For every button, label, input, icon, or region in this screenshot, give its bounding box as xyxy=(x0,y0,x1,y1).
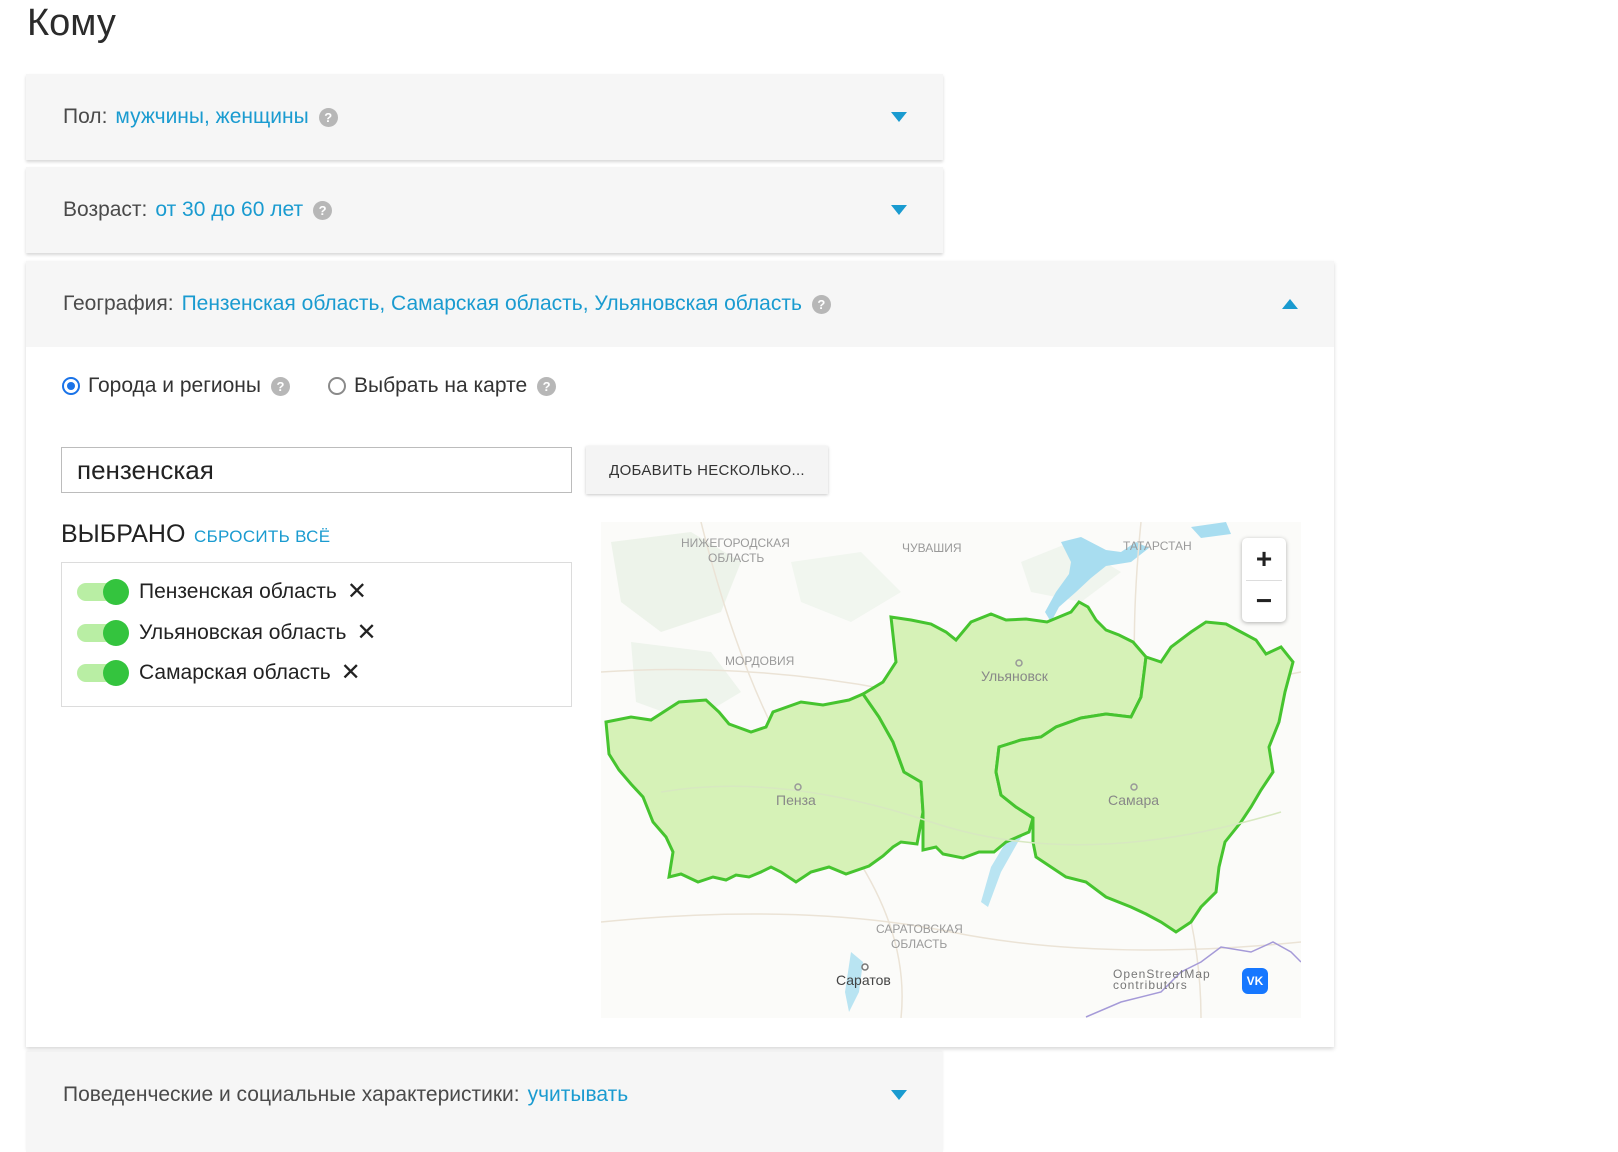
selected-title: ВЫБРАНО xyxy=(61,520,186,548)
help-icon[interactable]: ? xyxy=(271,376,290,396)
map-label: ЧУВАШИЯ xyxy=(902,541,962,555)
map-label: Самара xyxy=(1108,792,1159,808)
chevron-down-icon[interactable] xyxy=(891,205,907,215)
age-label: Возраст: xyxy=(63,198,148,221)
region-name: Ульяновская область xyxy=(139,621,347,644)
map-label: ОБЛАСТЬ xyxy=(891,937,947,951)
radio-cities-regions[interactable] xyxy=(62,377,80,395)
region-map[interactable]: НИЖЕГОРОДСКАЯ ОБЛАСТЬ ЧУВАШИЯ ТАТАРСТАН … xyxy=(601,522,1301,1018)
map-attribution[interactable]: OpenStreetMap contributors xyxy=(1113,968,1211,991)
geography-label: География: xyxy=(63,292,174,315)
chevron-up-icon[interactable] xyxy=(1282,299,1298,309)
region-toggle[interactable] xyxy=(77,620,129,646)
gender-value[interactable]: мужчины, женщины xyxy=(115,105,308,129)
list-item: Ульяновская область ✕ xyxy=(77,620,377,646)
help-icon[interactable]: ? xyxy=(318,107,338,127)
behavior-label: Поведенческие и социальные характеристик… xyxy=(63,1083,520,1106)
age-value[interactable]: от 30 до 60 лет xyxy=(155,198,303,222)
geography-header[interactable]: География: Пензенская область, Самарская… xyxy=(26,261,1334,347)
map-zoom-control: + − xyxy=(1242,538,1286,622)
zoom-in-button[interactable]: + xyxy=(1242,538,1286,580)
behavior-value[interactable]: учитывать xyxy=(528,1083,629,1107)
region-toggle[interactable] xyxy=(77,660,129,686)
radio-select-on-map-label[interactable]: Выбрать на карте xyxy=(354,374,527,398)
help-icon[interactable]: ? xyxy=(537,376,557,396)
selected-regions-list: Пензенская область ✕ Ульяновская область… xyxy=(61,562,572,707)
map-label: Пенза xyxy=(776,792,816,808)
region-name: Самарская область xyxy=(139,661,331,684)
map-label: Ульяновск xyxy=(981,668,1049,684)
page-title: Кому xyxy=(27,2,116,44)
map-label: ТАТАРСТАН xyxy=(1123,539,1192,553)
map-canvas[interactable]: НИЖЕГОРОДСКАЯ ОБЛАСТЬ ЧУВАШИЯ ТАТАРСТАН … xyxy=(601,522,1301,1018)
gender-label: Пол: xyxy=(63,105,108,128)
chevron-down-icon[interactable] xyxy=(891,112,907,122)
close-icon[interactable]: ✕ xyxy=(357,621,377,645)
add-multiple-button[interactable]: ДОБАВИТЬ НЕСКОЛЬКО... xyxy=(586,446,828,494)
chevron-down-icon[interactable] xyxy=(891,1090,907,1100)
map-label: Саратов xyxy=(836,972,891,988)
geography-panel: География: Пензенская область, Самарская… xyxy=(26,261,1334,1047)
map-label: НИЖЕГОРОДСКАЯ xyxy=(681,536,790,550)
help-icon[interactable]: ? xyxy=(313,200,333,220)
radio-cities-regions-label[interactable]: Города и регионы xyxy=(88,374,261,398)
list-item: Пензенская область ✕ xyxy=(77,579,367,605)
map-label: МОРДОВИЯ xyxy=(725,654,794,668)
vk-logo-icon[interactable]: VK xyxy=(1242,968,1268,994)
geography-value[interactable]: Пензенская область, Самарская область, У… xyxy=(182,292,802,316)
map-label: ОБЛАСТЬ xyxy=(708,551,764,565)
region-name: Пензенская область xyxy=(139,580,337,603)
close-icon[interactable]: ✕ xyxy=(347,580,367,604)
list-item: Самарская область ✕ xyxy=(77,660,361,686)
reset-all-link[interactable]: СБРОСИТЬ ВСЁ xyxy=(194,527,330,547)
help-icon[interactable]: ? xyxy=(811,294,831,314)
map-label: САРАТОВСКАЯ xyxy=(876,922,963,936)
region-search-input[interactable] xyxy=(61,447,572,493)
age-panel[interactable]: Возраст: от 30 до 60 лет ? xyxy=(26,167,943,253)
gender-panel[interactable]: Пол: мужчины, женщины ? xyxy=(26,74,943,160)
region-toggle[interactable] xyxy=(77,579,129,605)
behavior-panel[interactable]: Поведенческие и социальные характеристик… xyxy=(26,1052,943,1152)
geography-mode-radio-group: Города и регионы ? Выбрать на карте ? xyxy=(62,374,557,398)
zoom-out-button[interactable]: − xyxy=(1242,580,1286,622)
close-icon[interactable]: ✕ xyxy=(341,661,361,685)
radio-select-on-map[interactable] xyxy=(328,377,346,395)
